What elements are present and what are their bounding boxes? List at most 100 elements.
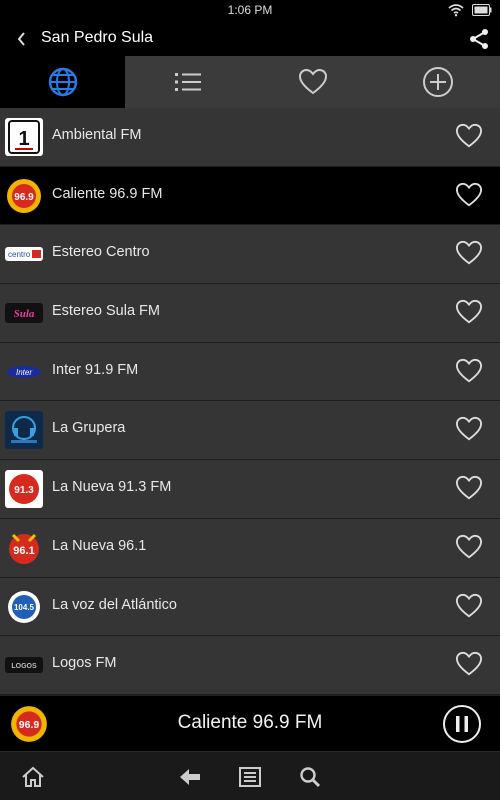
favorite-button[interactable] — [455, 593, 483, 621]
station-row[interactable]: 91.3 La Nueva 91.3 FM — [0, 460, 500, 519]
menu-button[interactable] — [237, 764, 263, 790]
tab-list[interactable] — [125, 56, 250, 108]
station-logo-art: centro — [8, 250, 41, 259]
pause-icon — [443, 705, 481, 743]
station-logo-text: Sula — [14, 308, 35, 320]
heart-outline-icon — [455, 417, 483, 441]
heart-outline-icon — [455, 652, 483, 676]
pause-button[interactable] — [442, 704, 482, 744]
station-logo: centro — [5, 247, 43, 262]
station-name: La voz del Atlántico — [52, 596, 177, 613]
favorite-button[interactable] — [455, 416, 483, 444]
station-logo-art: 96.9 — [7, 178, 41, 213]
station-name: La Nueva 91.3 FM — [52, 479, 172, 496]
nav-back-button[interactable] — [177, 764, 203, 790]
station-name: Inter 91.9 FM — [52, 361, 139, 378]
station-row[interactable]: 1 Ambiental FM — [0, 108, 500, 167]
heart-outline-icon — [455, 241, 483, 265]
now-playing-title: Caliente 96.9 FM — [177, 712, 323, 733]
station-logo — [5, 411, 43, 450]
tab-browse[interactable] — [0, 56, 125, 108]
station-row[interactable]: centro Estereo Centro — [0, 225, 500, 285]
heart-outline-icon — [455, 358, 483, 383]
favorite-button[interactable] — [455, 651, 483, 679]
station-list: 1 Ambiental FM 96.9 Caliente 96.9 FM cen… — [0, 108, 500, 695]
list-icon — [174, 73, 201, 91]
search-icon — [300, 767, 321, 788]
favorite-button[interactable] — [455, 534, 483, 562]
heart-outline-icon — [455, 182, 483, 207]
station-logo: 91.3 — [5, 470, 43, 509]
station-logo: 104.5 — [5, 588, 43, 626]
heart-outline-icon — [455, 299, 483, 324]
station-logo: 1 — [5, 118, 43, 156]
favorite-button[interactable] — [455, 182, 483, 210]
station-logo: 96.9 — [5, 177, 43, 215]
tab-add[interactable] — [375, 56, 500, 108]
station-logo-text: 96.9 — [14, 192, 34, 203]
favorite-button[interactable] — [455, 358, 483, 386]
heart-outline-icon — [455, 593, 483, 617]
station-logo-art: Inter — [7, 365, 41, 378]
heart-outline-icon — [455, 123, 483, 148]
station-logo-text: Inter — [16, 368, 32, 377]
station-name: Logos FM — [52, 655, 117, 672]
station-row[interactable]: Inter Inter 91.9 FM — [0, 342, 500, 402]
add-circle-icon — [422, 67, 453, 97]
now-playing-bar[interactable]: 96.9 Caliente 96.9 FM — [0, 695, 500, 751]
station-logo-text: LOGOS — [11, 663, 37, 670]
station-row[interactable]: 96.9 Caliente 96.9 FM — [0, 166, 500, 226]
station-row[interactable]: 104.5 La voz del Atlántico — [0, 577, 500, 637]
station-logo-text: 96.1 — [13, 545, 34, 557]
station-logo-text: 91.3 — [14, 485, 34, 496]
station-logo-art: LOGOS — [11, 663, 37, 670]
station-logo-art: 91.3 — [9, 474, 39, 505]
status-time: 1:06 PM — [227, 3, 273, 17]
search-button[interactable] — [297, 764, 323, 790]
station-logo: Sula — [5, 303, 43, 324]
station-logo-art: Sula — [14, 308, 35, 320]
station-logo-art: 96.1 — [9, 533, 39, 564]
favorite-button[interactable] — [455, 240, 483, 268]
station-row[interactable]: Sula Estereo Sula FM — [0, 284, 500, 343]
share-icon — [470, 29, 488, 49]
station-name: Ambiental FM — [52, 127, 142, 143]
station-row[interactable]: 96.1 La Nueva 96.1 — [0, 518, 500, 578]
heart-outline-icon — [455, 534, 483, 559]
heart-outline-icon — [455, 476, 483, 500]
status-icons — [448, 3, 492, 17]
station-name: La Nueva 96.1 — [52, 537, 147, 554]
favorite-button[interactable] — [455, 123, 483, 151]
station-logo-text: 104.5 — [14, 603, 35, 612]
menu-icon — [239, 767, 261, 787]
station-logo: 96.1 — [5, 529, 43, 567]
favorite-button[interactable] — [455, 475, 483, 503]
station-name: Estereo Centro — [52, 244, 150, 261]
station-name: La Grupera — [52, 420, 126, 437]
share-button[interactable] — [468, 28, 490, 50]
station-row[interactable]: La Grupera — [0, 401, 500, 461]
station-logo: Inter — [5, 364, 43, 380]
favorite-button[interactable] — [455, 299, 483, 327]
station-logo-art: 104.5 — [8, 590, 40, 623]
chevron-left-icon — [17, 32, 25, 46]
station-name: Estereo Sula FM — [52, 303, 160, 320]
station-logo-art: 1 — [8, 120, 40, 154]
app-header: San Pedro Sula — [0, 22, 500, 56]
home-icon — [22, 766, 44, 787]
home-button[interactable] — [20, 764, 46, 790]
battery-icon — [472, 4, 492, 16]
station-logo-text: 1 — [18, 128, 29, 150]
station-logo-text: centro — [8, 250, 31, 259]
back-button[interactable] — [10, 26, 32, 52]
back-arrow-icon — [180, 769, 200, 785]
heart-icon — [298, 68, 327, 95]
page-title: San Pedro Sula — [41, 29, 154, 46]
tab-favorites[interactable] — [250, 56, 375, 108]
station-logo-art — [5, 411, 43, 450]
system-nav-bar — [0, 751, 500, 800]
station-logo: LOGOS — [5, 657, 43, 674]
station-row[interactable]: LOGOS Logos FM — [0, 636, 500, 695]
wifi-icon — [448, 4, 464, 17]
status-bar: 1:06 PM — [0, 0, 500, 22]
